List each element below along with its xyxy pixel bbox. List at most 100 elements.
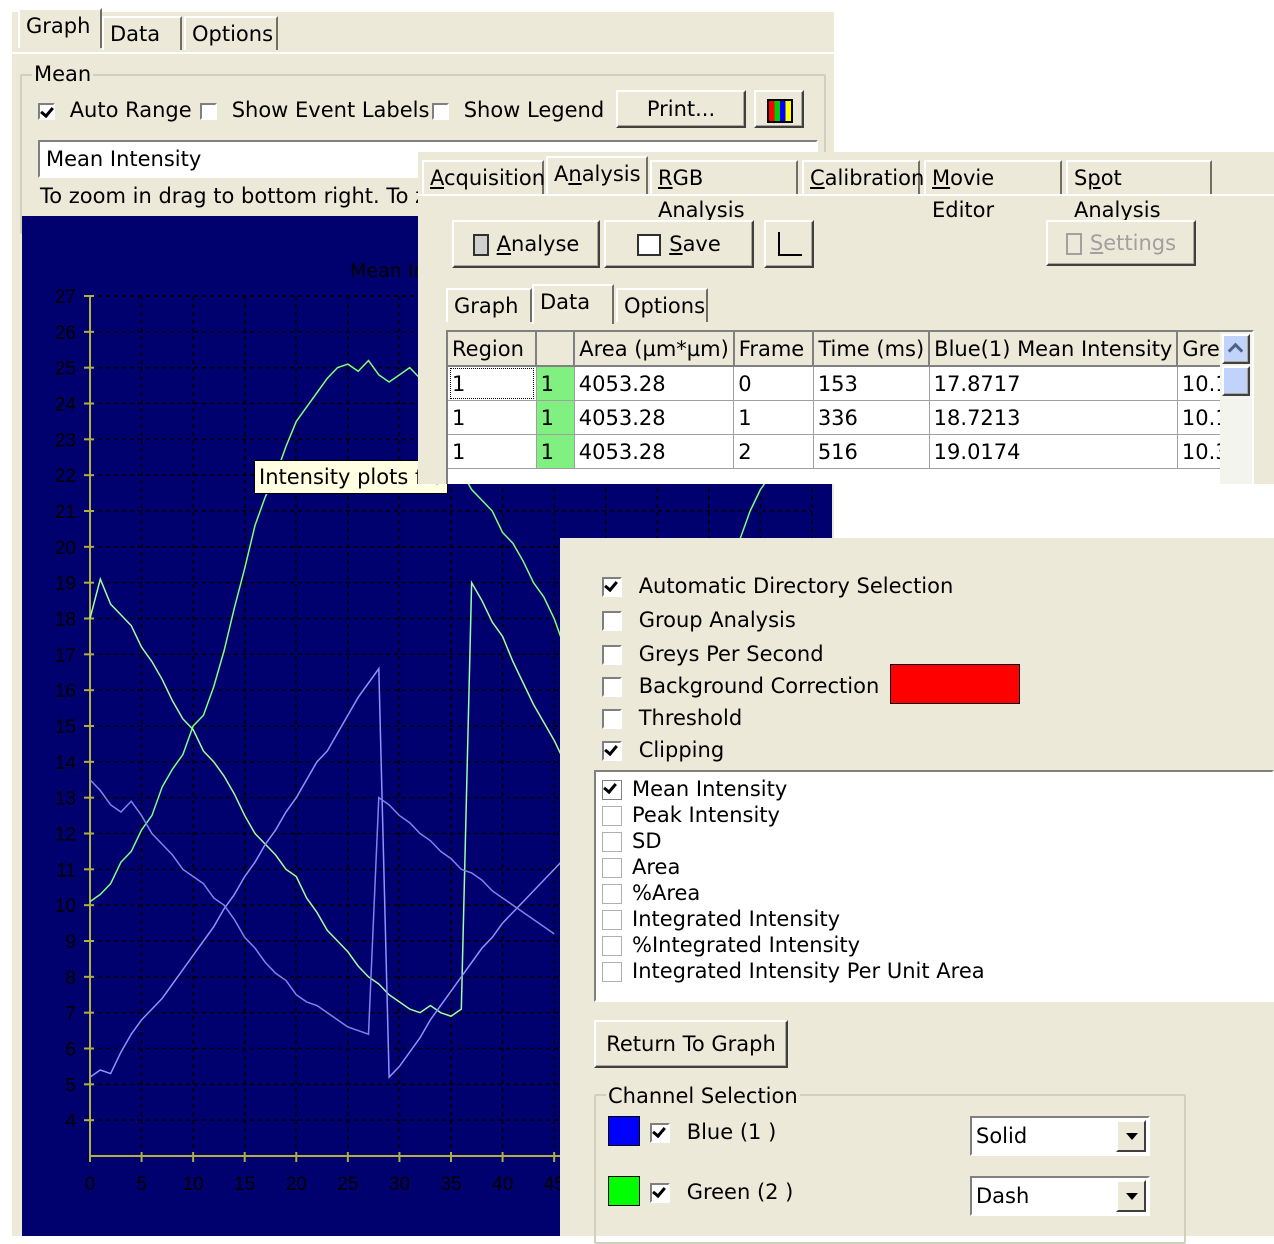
y-tick-label: 18 (55, 610, 76, 631)
table-cell[interactable]: 4053.28 (574, 366, 735, 401)
table-cell[interactable]: 153 (813, 366, 930, 401)
chevron-down-icon[interactable] (1116, 1120, 1146, 1152)
table-cell[interactable]: 1 (448, 434, 537, 469)
analyse-button[interactable]: Analyse (452, 220, 600, 268)
list-item[interactable]: %Integrated Intensity (602, 932, 1272, 958)
auto-dir-check-icon[interactable] (602, 577, 622, 597)
table-cell[interactable]: 0 (733, 366, 814, 401)
option-clipping[interactable]: Clipping (602, 738, 724, 762)
scroll-thumb[interactable] (1222, 366, 1250, 396)
channel-blue-check-icon[interactable] (650, 1123, 670, 1143)
subtab-data[interactable]: Data (532, 284, 614, 324)
channel-blue-style-select[interactable]: Solid (970, 1116, 1150, 1156)
option-automatic-directory[interactable]: Automatic Directory Selection (602, 574, 953, 598)
clipping-check-icon[interactable] (602, 741, 622, 761)
table-cell[interactable]: 1 (536, 434, 575, 469)
y-tick-label: 23 (55, 430, 76, 451)
show-legend-check-icon[interactable] (432, 102, 449, 120)
measure-check-icon[interactable] (602, 936, 622, 956)
table-cell[interactable]: 19.0174 (929, 434, 1178, 469)
show-legend-checkbox[interactable]: Show Legend (432, 98, 604, 122)
header-region[interactable]: Region (448, 332, 538, 367)
subtab-options[interactable]: Options (616, 288, 708, 322)
table-cell[interactable]: 4053.28 (574, 400, 735, 435)
table-cell[interactable]: 18.7213 (929, 400, 1178, 435)
tab-acquisition[interactable]: Acquisition (422, 160, 545, 194)
option-greys-per-second[interactable]: Greys Per Second (602, 642, 824, 666)
tab-analysis[interactable]: Analysis (546, 156, 648, 196)
threshold-check-icon[interactable] (602, 709, 622, 729)
group-analysis-check-icon[interactable] (602, 611, 622, 631)
data-table[interactable]: Region Area (µm*µm) Frame Time (ms) Blue… (446, 330, 1254, 484)
y-tick-label: 21 (55, 502, 76, 523)
channel-green-checkbox[interactable]: Green (2 ) (650, 1180, 793, 1204)
table-row[interactable]: 1 1 4053.28 1 336 18.7213 10.14 (448, 400, 1252, 435)
list-item[interactable]: Area (602, 854, 1272, 880)
table-cell[interactable]: 1 (733, 400, 814, 435)
vertical-scrollbar[interactable] (1220, 332, 1252, 484)
table-row[interactable]: 1 1 4053.28 2 516 19.0174 10.37 (448, 434, 1252, 469)
channel-green-check-icon[interactable] (650, 1183, 670, 1203)
list-item[interactable]: Integrated Intensity Per Unit Area (602, 958, 1272, 984)
colour-settings-button[interactable] (754, 90, 804, 128)
return-to-graph-button[interactable]: Return To Graph (594, 1020, 788, 1068)
tab-data[interactable]: Data (102, 16, 182, 50)
chart-options-button[interactable] (764, 220, 814, 268)
measure-check-icon[interactable] (602, 884, 622, 904)
measure-check-icon[interactable] (602, 962, 622, 982)
channel-blue-checkbox[interactable]: Blue (1 ) (650, 1120, 776, 1144)
subtab-graph[interactable]: Graph (446, 288, 532, 322)
measure-check-icon[interactable] (602, 806, 622, 826)
header-blank[interactable] (536, 332, 576, 367)
measure-check-icon[interactable] (602, 910, 622, 930)
table-cell[interactable]: 1 (536, 400, 575, 435)
table-cell[interactable]: 516 (813, 434, 930, 469)
list-item[interactable]: Peak Intensity (602, 802, 1272, 828)
settings-button[interactable]: Settings (1046, 220, 1196, 266)
bg-correction-check-icon[interactable] (602, 677, 622, 697)
table-cell[interactable]: 1 (448, 366, 537, 401)
channel-green-style-select[interactable]: Dash (970, 1176, 1150, 1216)
measure-check-icon[interactable] (602, 858, 622, 878)
tab-movie-editor[interactable]: Movie Editor (924, 160, 1062, 222)
greys-check-icon[interactable] (602, 645, 622, 665)
list-item[interactable]: %Area (602, 880, 1272, 906)
option-background-correction[interactable]: Background Correction (602, 674, 879, 698)
save-button[interactable]: Save (604, 220, 754, 268)
header-time[interactable]: Time (ms) (813, 332, 931, 367)
scroll-up-button[interactable] (1222, 334, 1250, 364)
show-event-labels-checkbox[interactable]: Show Event Labels (200, 98, 429, 122)
table-cell[interactable]: 17.8717 (929, 366, 1178, 401)
background-color-swatch[interactable] (890, 664, 1020, 704)
channel-green-swatch[interactable] (608, 1176, 640, 1206)
tab-spot-analysis[interactable]: Spot Analysis (1066, 160, 1212, 222)
table-cell[interactable]: 1 (448, 400, 537, 435)
tab-rgb-analysis[interactable]: RGB Analysis (650, 160, 798, 222)
save-icon (637, 234, 662, 256)
list-item[interactable]: SD (602, 828, 1272, 854)
list-item[interactable]: Mean Intensity (602, 776, 1272, 802)
tab-options[interactable]: Options (184, 16, 278, 50)
measure-check-icon[interactable] (602, 780, 622, 800)
auto-range-check-icon[interactable] (38, 102, 55, 120)
table-cell[interactable]: 336 (813, 400, 930, 435)
table-cell[interactable]: 2 (733, 434, 814, 469)
option-threshold[interactable]: Threshold (602, 706, 742, 730)
tab-calibration[interactable]: Calibration (802, 160, 924, 194)
header-blue-mean[interactable]: Blue(1) Mean Intensity (929, 332, 1179, 367)
channel-blue-swatch[interactable] (608, 1116, 640, 1146)
chevron-down-icon[interactable] (1116, 1180, 1146, 1212)
table-row[interactable]: 1 1 4053.28 0 153 17.8717 10.18 (448, 366, 1252, 401)
auto-range-checkbox[interactable]: Auto Range (38, 98, 192, 122)
list-item[interactable]: Integrated Intensity (602, 906, 1272, 932)
header-area[interactable]: Area (µm*µm) (574, 332, 735, 367)
option-group-analysis[interactable]: Group Analysis (602, 608, 796, 632)
print-button[interactable]: Print... (616, 90, 746, 128)
header-frame[interactable]: Frame (733, 332, 815, 367)
measures-list[interactable]: Mean Intensity Peak Intensity SD Area %A… (594, 770, 1274, 1002)
table-cell[interactable]: 1 (536, 366, 575, 401)
table-cell[interactable]: 4053.28 (574, 434, 735, 469)
show-event-labels-check-icon[interactable] (200, 102, 217, 120)
measure-check-icon[interactable] (602, 832, 622, 852)
tab-graph[interactable]: Graph (18, 8, 102, 48)
